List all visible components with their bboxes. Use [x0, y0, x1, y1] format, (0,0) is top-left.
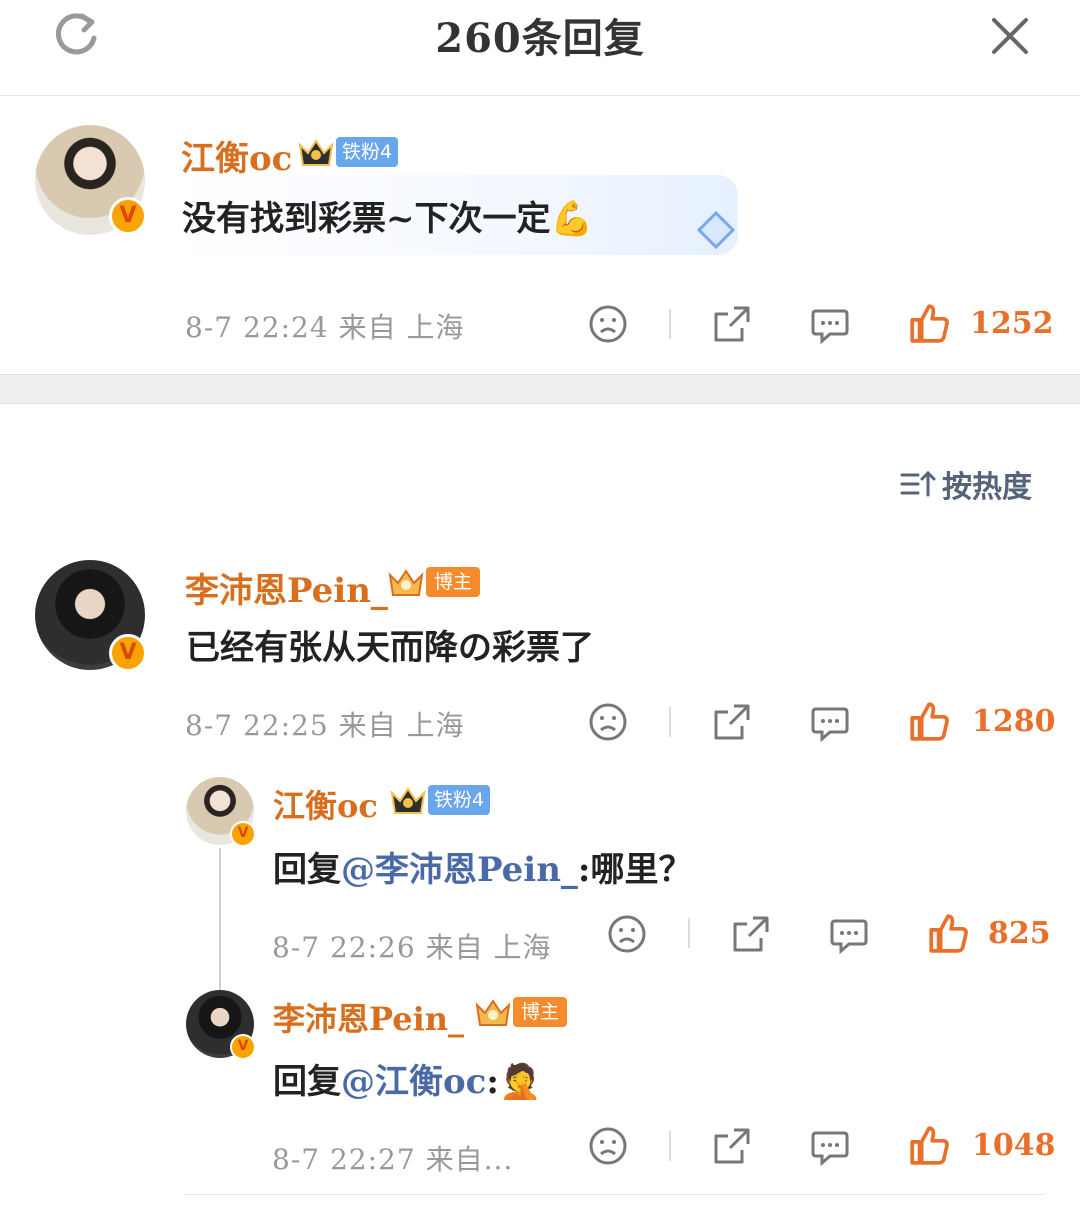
dislike-face-icon[interactable]	[607, 914, 647, 954]
like-count: 825	[988, 916, 1051, 951]
fan-level-tag: 铁粉4	[336, 137, 399, 167]
like-count: 1280	[972, 704, 1056, 739]
blogger-tag: 博主	[426, 567, 481, 597]
reply-prefix: 回复	[273, 1062, 341, 1102]
comment-text: 没有找到彩票~下次一定💪	[182, 191, 593, 240]
crown-icon	[390, 787, 426, 814]
divider	[184, 1194, 1044, 1195]
share-icon[interactable]	[712, 304, 752, 344]
thumbs-up-icon[interactable]	[908, 1124, 950, 1166]
verified-v-icon: V	[109, 634, 147, 672]
comment-body: 没有找到彩票~下次一定	[182, 199, 551, 239]
thumbs-up-icon[interactable]	[927, 912, 969, 954]
divider	[669, 309, 671, 339]
diamond-decoration-icon	[696, 210, 736, 250]
divider	[688, 918, 690, 948]
dislike-face-icon[interactable]	[588, 304, 628, 344]
comment-meta: 8-7 22:25 来自 上海	[185, 709, 465, 742]
verified-v-icon: V	[230, 821, 256, 847]
comment-text: 回复@江衡oc:🤦	[273, 1054, 541, 1103]
crown-icon	[298, 139, 334, 166]
comment-icon[interactable]	[810, 305, 850, 345]
comment-body: :	[486, 1062, 499, 1102]
user-badge[interactable]: 博主	[388, 567, 481, 597]
thumbs-up-icon[interactable]	[908, 700, 950, 742]
username[interactable]: 江衡oc	[273, 781, 378, 827]
comment-icon[interactable]	[810, 703, 850, 743]
flexed-biceps-emoji: 💪	[550, 199, 593, 239]
sort-label: 按热度	[942, 470, 1032, 505]
comment-meta: 8-7 22:24 来自 上海	[185, 311, 465, 344]
share-icon[interactable]	[712, 702, 752, 742]
comment-text: 回复@李沛恩Pein_:哪里？	[273, 842, 692, 891]
username[interactable]: 江衡oc	[181, 131, 292, 180]
avatar[interactable]: V	[186, 777, 256, 847]
avatar[interactable]: V	[35, 560, 147, 672]
thumbs-up-icon[interactable]	[908, 302, 950, 344]
username[interactable]: 李沛恩Pein_	[185, 563, 388, 612]
mention-link[interactable]: @李沛恩Pein_	[341, 850, 578, 890]
verified-v-icon: V	[109, 197, 147, 235]
username[interactable]: 李沛恩Pein_	[273, 994, 464, 1040]
fan-level-tag: 铁粉4	[428, 785, 491, 815]
sort-icon	[900, 470, 936, 497]
close-icon[interactable]	[986, 12, 1034, 60]
verified-v-icon: V	[230, 1034, 256, 1060]
blogger-tag: 博主	[513, 997, 568, 1027]
comment-body: :哪里？	[577, 850, 693, 890]
mention-link[interactable]: @江衡oc	[341, 1062, 486, 1102]
comment-icon[interactable]	[810, 1127, 850, 1167]
comment-icon[interactable]	[829, 915, 869, 955]
user-badge[interactable]: 铁粉4	[390, 785, 491, 815]
like-count: 1252	[970, 306, 1054, 341]
user-badge[interactable]: 铁粉4	[298, 137, 399, 167]
dislike-face-icon[interactable]	[588, 1126, 628, 1166]
divider	[669, 1131, 671, 1161]
comment-meta: 8-7 22:26 来自 上海	[272, 931, 552, 964]
facepalm-emoji: 🤦	[498, 1062, 542, 1102]
divider	[669, 707, 671, 737]
section-divider	[0, 374, 1080, 404]
crown-icon	[475, 999, 511, 1026]
share-icon[interactable]	[731, 914, 771, 954]
avatar[interactable]: V	[186, 990, 256, 1060]
user-badge[interactable]: 博主	[475, 997, 568, 1027]
reply-prefix: 回复	[273, 850, 341, 890]
crown-icon	[388, 569, 424, 596]
like-count: 1048	[972, 1128, 1056, 1163]
page-title: 260条回复	[435, 15, 645, 62]
sort-toggle[interactable]: 按热度	[900, 462, 1032, 506]
share-icon[interactable]	[712, 1126, 752, 1166]
thread-line	[219, 848, 221, 990]
header: 260条回复	[0, 0, 1080, 96]
comment-text: 已经有张从天而降の彩票了	[186, 628, 594, 668]
dislike-face-icon[interactable]	[588, 702, 628, 742]
avatar[interactable]: V	[35, 125, 147, 235]
comment-meta: 8-7 22:27 来自...	[272, 1143, 514, 1176]
